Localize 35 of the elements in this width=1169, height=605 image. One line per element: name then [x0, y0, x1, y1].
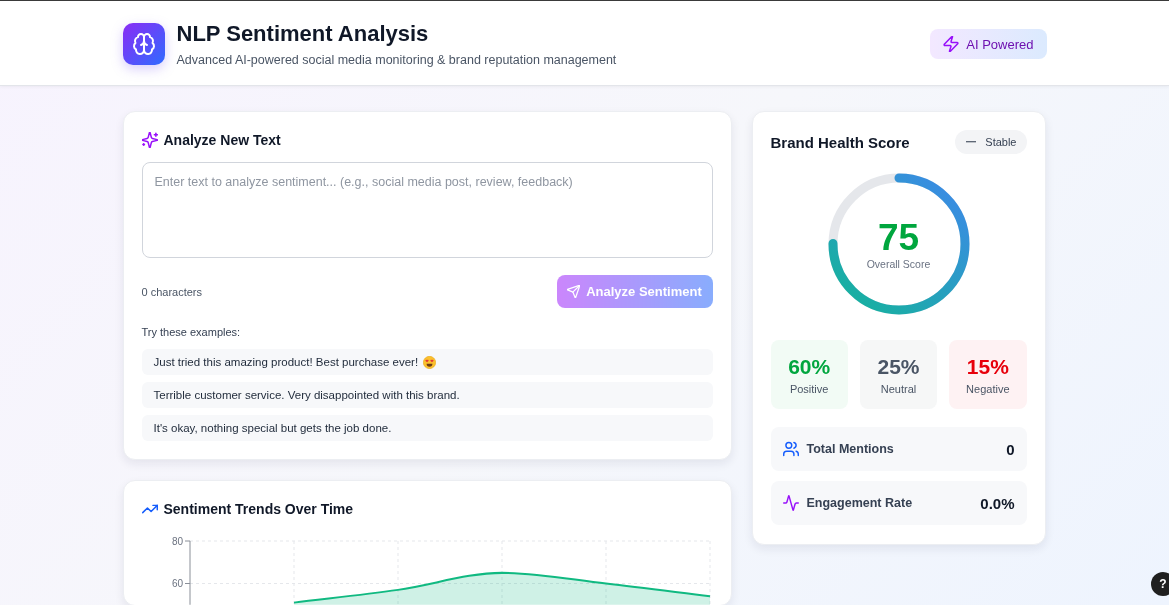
app-title: NLP Sentiment Analysis [176, 19, 430, 48]
stat-label: Negative [966, 382, 1010, 395]
score-label: Overall Score [866, 258, 931, 270]
activity-pulse-icon [782, 495, 799, 511]
examples-label: Try these examples: [141, 326, 242, 338]
stat-label: Neutral [880, 382, 917, 395]
text-input-field[interactable]: Enter text to analyze sentiment... (e.g., social media post, review, feedback) [141, 162, 713, 258]
metric-value: 0.0% [980, 494, 1015, 512]
stat-value: 25% [877, 354, 920, 379]
stat-value: 15% [966, 354, 1009, 379]
send-icon [567, 285, 581, 298]
character-count: 0 characters [141, 285, 203, 298]
stat-value: 60% [788, 354, 831, 379]
users-icon [782, 441, 799, 457]
metric-label: Total Mentions [806, 442, 894, 456]
score-value: 75 [877, 218, 920, 258]
lightning-bolt-icon [943, 36, 960, 52]
card-title: Sentiment Trends Over Time [163, 501, 354, 517]
app-subtitle: Advanced AI-powered social media monitoring & brand reputation management [176, 51, 617, 68]
y-axis-label: 60 [171, 578, 183, 589]
example-text-button[interactable]: It's okay, nothing special but gets the job done. [141, 415, 713, 441]
minus-icon [966, 141, 977, 143]
example-text-button[interactable]: Just tried this amazing product! Best purchase ever! [141, 349, 713, 375]
card-title: Analyze New Text [163, 132, 281, 148]
trend-label: Stable [985, 136, 1017, 148]
brain-logo-icon [122, 22, 165, 65]
metric-label: Engagement Rate [806, 496, 913, 510]
y-axis-label: 80 [171, 535, 183, 547]
stat-label: Positive [789, 382, 829, 395]
card-title: Brand Health Score [770, 133, 910, 151]
metric-value: 0 [1006, 440, 1015, 458]
badge-label: AI Powered [966, 36, 1034, 52]
example-text-button[interactable]: Terrible customer service. Very disappointed with this brand. [141, 382, 713, 408]
help-button[interactable]: ? [1151, 572, 1169, 596]
sparkles-icon [141, 132, 158, 148]
